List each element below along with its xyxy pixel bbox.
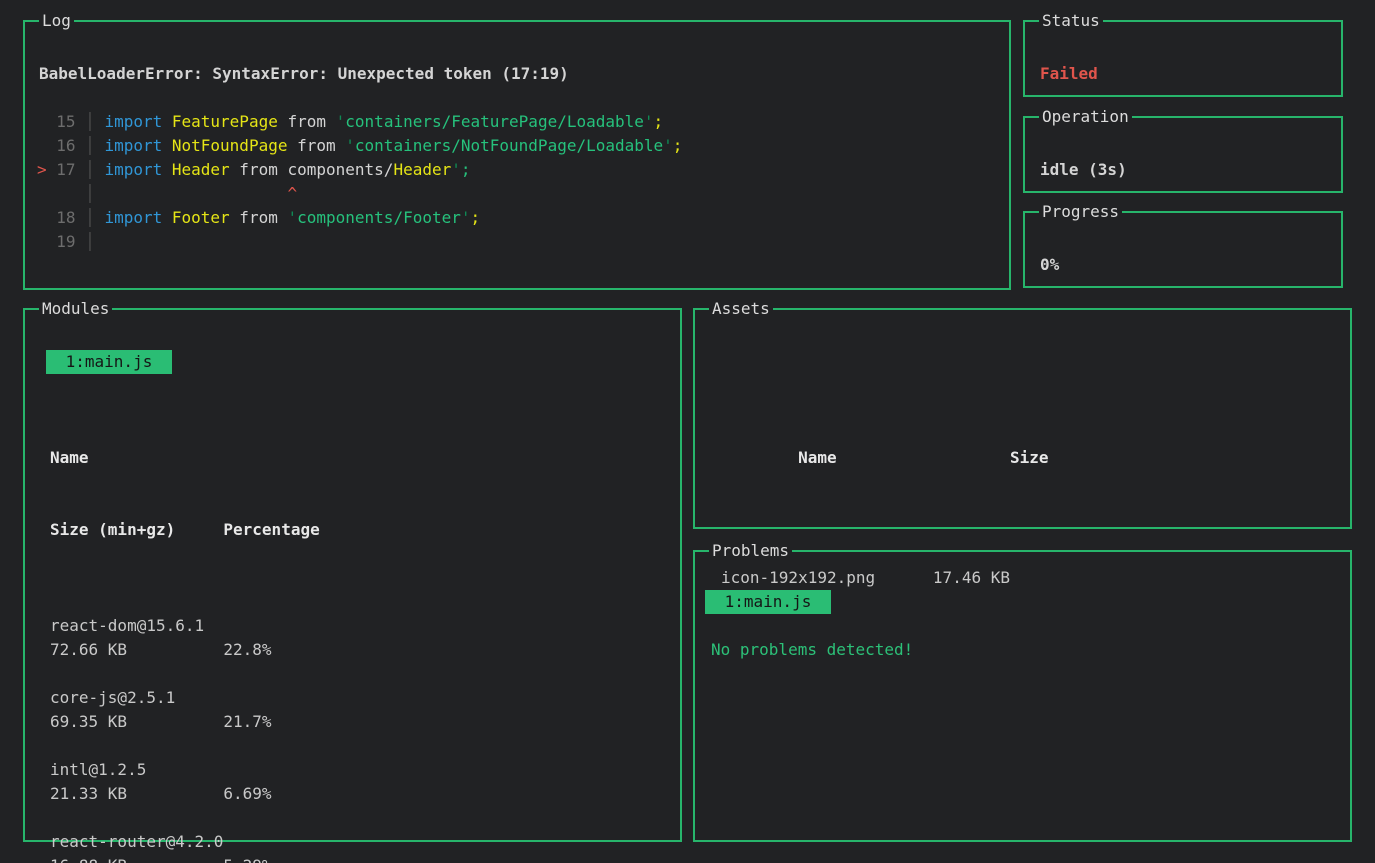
- progress-panel: Progress 0%: [1023, 211, 1343, 288]
- module-size-percentage: 21.33 KB6.69%: [50, 782, 320, 806]
- status-value: Failed: [1040, 62, 1098, 86]
- module-percentage: 5.29%: [223, 856, 271, 863]
- assets-header-name: Name: [798, 446, 1010, 470]
- log-code-block: 15 │ import FeaturePage from 'containers…: [37, 110, 682, 254]
- module-size: 16.88 KB: [50, 854, 223, 863]
- operation-panel: Operation idle (3s): [1023, 116, 1343, 193]
- module-name: core-js@2.5.1: [50, 686, 320, 710]
- modules-table: Name Size (min+gz) Percentage react-dom@…: [50, 398, 320, 863]
- module-size-percentage: 72.66 KB22.8%: [50, 638, 320, 662]
- log-code-line: 18 │ import Footer from 'components/Foot…: [37, 206, 682, 230]
- module-row: intl@1.2.521.33 KB6.69%: [50, 758, 320, 806]
- status-panel-title: Status: [1039, 9, 1103, 33]
- log-panel-title: Log: [39, 9, 74, 33]
- module-percentage: 21.7%: [223, 712, 271, 731]
- modules-chunk-badge: 1:main.js: [46, 350, 172, 374]
- module-name: react-dom@15.6.1: [50, 614, 320, 638]
- module-size: 21.33 KB: [50, 782, 223, 806]
- log-panel: Log BabelLoaderError: SyntaxError: Unexp…: [23, 20, 1011, 290]
- module-size-percentage: 69.35 KB21.7%: [50, 710, 320, 734]
- assets-header-row: NameSize: [721, 422, 1049, 494]
- module-percentage: 6.69%: [223, 784, 271, 803]
- problems-chunk-badge: 1:main.js: [705, 590, 831, 614]
- progress-value: 0%: [1040, 253, 1059, 277]
- module-size-percentage: 16.88 KB5.29%: [50, 854, 320, 863]
- module-row: core-js@2.5.169.35 KB21.7%: [50, 686, 320, 734]
- problems-panel-title: Problems: [709, 539, 792, 563]
- progress-panel-title: Progress: [1039, 200, 1122, 224]
- modules-panel: Modules 1:main.js Name Size (min+gz) Per…: [23, 308, 682, 842]
- assets-panel-title: Assets: [709, 297, 773, 321]
- assets-header-size: Size: [1010, 448, 1049, 467]
- operation-value: idle (3s): [1040, 158, 1127, 182]
- module-size: 72.66 KB: [50, 638, 223, 662]
- log-code-line: 16 │ import NotFoundPage from 'container…: [37, 134, 682, 158]
- log-code-line: │ ^: [37, 182, 682, 206]
- problems-panel: Problems 1:main.js No problems detected!: [693, 550, 1352, 842]
- modules-panel-title: Modules: [39, 297, 112, 321]
- module-row: react-dom@15.6.172.66 KB22.8%: [50, 614, 320, 662]
- module-row: react-router@4.2.016.88 KB5.29%: [50, 830, 320, 863]
- log-error-message: BabelLoaderError: SyntaxError: Unexpecte…: [39, 62, 569, 86]
- module-percentage: 22.8%: [223, 640, 271, 659]
- module-name: intl@1.2.5: [50, 758, 320, 782]
- operation-panel-title: Operation: [1039, 105, 1132, 129]
- log-code-line: 19 │: [37, 230, 682, 254]
- log-code-line: > 17 │ import Header from components/Hea…: [37, 158, 682, 182]
- module-size: 69.35 KB: [50, 710, 223, 734]
- log-code-line: 15 │ import FeaturePage from 'containers…: [37, 110, 682, 134]
- modules-header-size-percentage: Size (min+gz) Percentage: [50, 518, 320, 542]
- assets-panel: Assets NameSize icon-192x192.png17.46 KB: [693, 308, 1352, 529]
- module-name: react-router@4.2.0: [50, 830, 320, 854]
- modules-rows: react-dom@15.6.172.66 KB22.8% core-js@2.5…: [50, 614, 320, 863]
- status-panel: Status Failed: [1023, 20, 1343, 97]
- modules-header-name: Name: [50, 446, 320, 470]
- problems-message: No problems detected!: [711, 638, 913, 662]
- webpack-dashboard: Log BabelLoaderError: SyntaxError: Unexp…: [0, 0, 1375, 863]
